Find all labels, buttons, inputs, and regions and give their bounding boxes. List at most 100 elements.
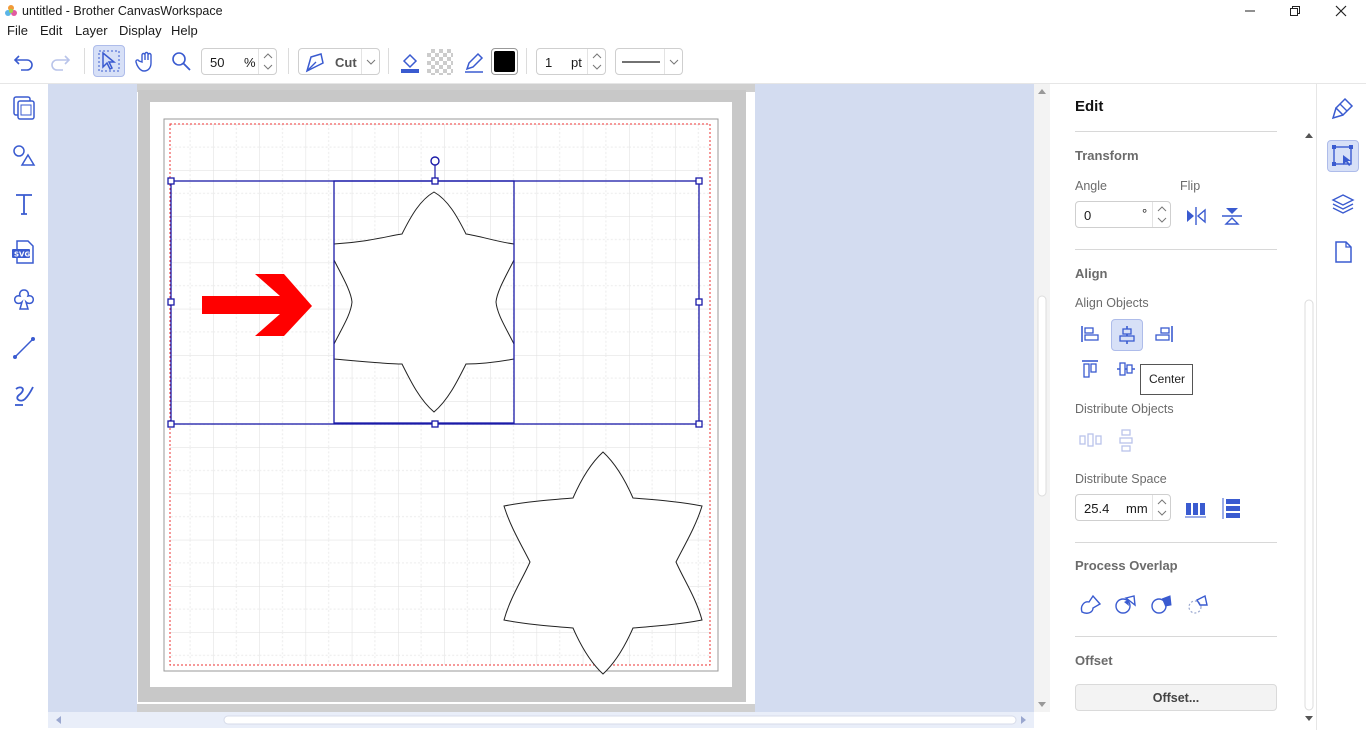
fill-swatch-transparent[interactable] xyxy=(427,49,453,75)
space-horizontal-icon xyxy=(1185,503,1206,518)
line-color-button[interactable] xyxy=(460,48,488,76)
offset-button[interactable]: Offset... xyxy=(1075,684,1277,711)
center-tooltip: Center xyxy=(1140,364,1193,395)
fill-color-button[interactable] xyxy=(396,48,424,76)
exclude-button[interactable] xyxy=(1147,589,1177,619)
page-icon xyxy=(1335,241,1352,263)
text-tool-button[interactable] xyxy=(8,188,40,220)
rotate-handle[interactable] xyxy=(430,156,440,166)
vertical-scrollbar[interactable] xyxy=(1034,84,1050,712)
distribute-horizontal-button[interactable] xyxy=(1075,425,1105,455)
freehand-icon xyxy=(15,386,34,406)
zoom-unit: % xyxy=(244,55,256,70)
angle-unit: ° xyxy=(1142,206,1148,221)
restore-button[interactable] xyxy=(1272,0,1318,22)
undo-button[interactable] xyxy=(10,48,38,76)
spin-arrows-icon xyxy=(263,53,273,70)
close-button[interactable] xyxy=(1318,0,1364,22)
distribute-space-spin-arrows[interactable] xyxy=(1152,495,1170,520)
tab-edit[interactable] xyxy=(1327,140,1359,172)
align-right-button[interactable] xyxy=(1149,319,1179,349)
angle-value[interactable]: 0 xyxy=(1084,208,1091,223)
panel-scrollbar[interactable] xyxy=(1300,128,1316,728)
angle-stepper[interactable]: 0 ° xyxy=(1075,201,1171,228)
magnifier-icon xyxy=(172,52,191,71)
zoom-spin-arrows[interactable] xyxy=(258,49,276,74)
chevron-down-icon xyxy=(669,59,679,65)
align-left-icon xyxy=(1081,326,1099,342)
select-tool-button[interactable] xyxy=(93,45,125,77)
zoom-value[interactable]: 50 xyxy=(210,55,224,70)
space-vertical-icon xyxy=(1222,498,1240,519)
distribute-space-stepper[interactable]: 25.4 mm xyxy=(1075,494,1171,521)
process-overlap-heading: Process Overlap xyxy=(1075,558,1178,573)
pencil-icon xyxy=(465,52,484,73)
line-width-value[interactable]: 1 xyxy=(545,55,552,70)
menu-edit[interactable]: Edit xyxy=(40,23,62,38)
shapes-tool-button[interactable] xyxy=(8,140,40,172)
select-arrow-icon xyxy=(98,50,120,72)
zoom-stepper[interactable]: 50 % xyxy=(201,48,277,75)
align-middle-button[interactable] xyxy=(1111,354,1141,384)
subtract-button[interactable] xyxy=(1183,589,1213,619)
menu-help[interactable]: Help xyxy=(171,23,198,38)
align-left-button[interactable] xyxy=(1075,319,1105,349)
space-horizontal-button[interactable] xyxy=(1181,494,1211,524)
distribute-space-unit: mm xyxy=(1126,501,1148,516)
mode-dropdown-arrow[interactable] xyxy=(361,49,379,74)
right-tab-bar xyxy=(1316,84,1366,730)
svg-import-button[interactable]: SVG xyxy=(8,236,40,268)
pattern-tool-button[interactable] xyxy=(8,284,40,316)
align-center-button[interactable] xyxy=(1111,319,1143,351)
distribute-vertical-button[interactable] xyxy=(1111,425,1141,455)
pan-tool-button[interactable] xyxy=(131,46,161,76)
align-heading: Align xyxy=(1075,266,1108,281)
menu-file[interactable]: File xyxy=(7,23,28,38)
angle-label: Angle xyxy=(1075,179,1107,193)
intersect-button[interactable] xyxy=(1111,589,1141,619)
undo-icon xyxy=(13,55,33,71)
freehand-tool-button[interactable] xyxy=(8,380,40,412)
line-style-select[interactable] xyxy=(615,48,683,75)
text-icon xyxy=(16,194,32,215)
line-width-spin-arrows[interactable] xyxy=(587,49,605,74)
offset-heading: Offset xyxy=(1075,653,1113,668)
weld-button[interactable] xyxy=(1075,589,1105,619)
minimize-button[interactable] xyxy=(1227,0,1273,22)
distribute-space-value[interactable]: 25.4 xyxy=(1084,501,1109,516)
menu-display[interactable]: Display xyxy=(119,23,162,38)
spin-arrows-icon xyxy=(592,53,602,70)
svg-icon: SVG xyxy=(12,240,34,264)
intersect-icon xyxy=(1115,595,1136,614)
flip-vertical-button[interactable] xyxy=(1217,201,1247,231)
align-objects-label: Align Objects xyxy=(1075,296,1149,310)
line-style-dropdown-arrow[interactable] xyxy=(664,49,682,74)
exclude-icon xyxy=(1151,595,1172,614)
scroll-arrows-icon xyxy=(56,715,1026,725)
redo-button[interactable] xyxy=(46,48,74,76)
canvas-area[interactable] xyxy=(48,84,1034,712)
window-title: untitled - Brother CanvasWorkspace xyxy=(22,4,223,18)
tab-paint[interactable] xyxy=(1327,92,1359,124)
line-width-stepper[interactable]: 1 pt xyxy=(536,48,606,75)
line-tool-button[interactable] xyxy=(8,332,40,364)
horizontal-scrollbar[interactable] xyxy=(48,712,1034,728)
space-vertical-button[interactable] xyxy=(1217,494,1247,524)
minimize-icon xyxy=(1245,10,1255,12)
pattern-icon xyxy=(14,289,34,310)
app-logo-icon xyxy=(5,5,17,16)
pages-icon xyxy=(13,96,35,120)
close-icon xyxy=(1335,5,1347,17)
flip-horizontal-button[interactable] xyxy=(1181,201,1211,231)
pages-tool-button[interactable] xyxy=(8,92,40,124)
zoom-tool-button[interactable] xyxy=(166,46,196,76)
line-color-swatch[interactable] xyxy=(491,48,518,75)
mode-select[interactable]: Cut xyxy=(298,48,380,75)
menu-layer[interactable]: Layer xyxy=(75,23,108,38)
tab-page[interactable] xyxy=(1327,236,1359,268)
cutting-mat[interactable] xyxy=(48,84,1034,712)
align-top-button[interactable] xyxy=(1075,354,1105,384)
angle-spin-arrows[interactable] xyxy=(1152,202,1170,227)
tab-layers[interactable] xyxy=(1327,188,1359,220)
edit-panel: Edit Transform Angle Flip 0 ° Align Alig… xyxy=(1050,84,1316,730)
